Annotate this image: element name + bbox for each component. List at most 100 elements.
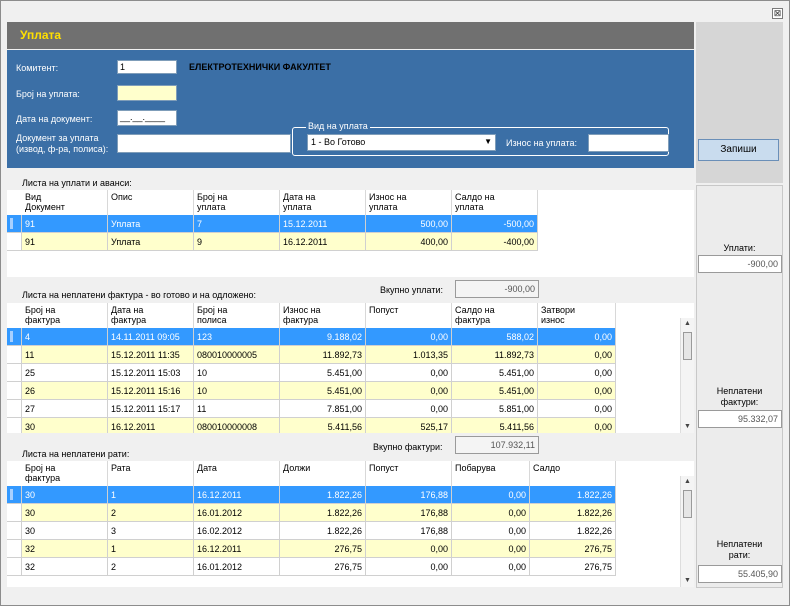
row-selector[interactable] [7,346,22,364]
table-cell: 91 [22,233,108,251]
table-cell: 1 [108,486,194,504]
row-selector[interactable] [7,215,22,233]
komitent-field[interactable]: 1 [117,60,177,74]
scroll-down-icon[interactable]: ▼ [681,421,694,433]
table-cell: 15.12.2011 15:17 [108,400,194,418]
column-header[interactable]: Број на фактура [22,303,108,328]
column-header[interactable]: Салдо [530,461,616,486]
table-cell: 0,00 [452,540,530,558]
row-selector[interactable] [7,328,22,346]
table-cell: 30 [22,522,108,540]
column-header[interactable]: Салдо на уплата [452,190,538,215]
column-header[interactable]: Вид Документ [22,190,108,215]
fakturi-label-1: Неплатени [716,386,763,396]
fakturi-total: 95.332,07 [698,410,782,428]
table-cell: 0,00 [366,328,452,346]
column-header[interactable]: Дата на уплата [280,190,366,215]
table-cell: 0,00 [366,364,452,382]
column-header[interactable]: Опис [108,190,194,215]
column-header[interactable]: Должи [280,461,366,486]
row-selector[interactable] [7,558,22,576]
scroll-up-icon[interactable]: ▲ [681,476,694,488]
dropdown-arrow-icon: ▼ [484,137,492,146]
table-cell: 176,88 [366,504,452,522]
vertical-scrollbar[interactable]: ▲ ▼ [680,476,694,587]
table-cell: 9 [194,233,280,251]
table-cell: 11.892,73 [452,346,538,364]
table-cell: 1.822,26 [530,486,616,504]
column-header[interactable]: Дата на фактура [108,303,194,328]
table-cell: Уплата [108,233,194,251]
dokument-field[interactable] [117,134,291,153]
table-cell: 26 [22,382,108,400]
broj-label: Број на уплата: [16,89,80,99]
table-cell: 1.822,26 [280,522,366,540]
column-header[interactable]: Износ на фактура [280,303,366,328]
uplati-total: -900,00 [698,255,782,273]
table-cell: 176,88 [366,486,452,504]
table-cell: 15.12.2011 [280,215,366,233]
row-selector[interactable] [7,382,22,400]
scroll-up-icon[interactable]: ▲ [681,318,694,330]
scroll-thumb[interactable] [683,332,692,360]
column-header[interactable]: Број на полиса [194,303,280,328]
payments-total-label: Вкупно уплати: [380,285,443,295]
column-header[interactable]: Рата [108,461,194,486]
table-cell: 5.451,00 [280,382,366,400]
table-cell: 25 [22,364,108,382]
table-cell: 0,00 [538,364,616,382]
save-button[interactable]: Запиши [698,139,779,161]
iznos-field[interactable] [588,134,669,152]
row-selector[interactable] [7,540,22,558]
vertical-scrollbar[interactable]: ▲ ▼ [680,318,694,433]
table-cell: 400,00 [366,233,452,251]
table-cell: 9.188,02 [280,328,366,346]
table-cell: 2 [108,558,194,576]
invoices-total-label: Вкупно фактури: [373,442,443,452]
table-cell: 15.12.2011 15:16 [108,382,194,400]
invoices-total-value: 107.932,11 [455,436,539,454]
column-header[interactable]: Попуст [366,461,452,486]
close-icon[interactable]: ⊠ [772,8,783,19]
vid-select[interactable]: 1 - Во Готово ▼ [307,134,496,151]
table-cell: -500,00 [452,215,538,233]
row-selector[interactable] [7,486,22,504]
table-cell: 5.451,00 [452,364,538,382]
table-cell: 10 [194,364,280,382]
row-selector[interactable] [7,364,22,382]
table-cell: 588,02 [452,328,538,346]
row-selector[interactable] [7,400,22,418]
column-header[interactable]: Број на уплата [194,190,280,215]
table-cell: 7.851,00 [280,400,366,418]
table-cell: 5.411,56 [280,418,366,433]
table-cell: 276,75 [280,540,366,558]
column-header[interactable]: Износ на уплата [366,190,452,215]
dokument-label-1: Документ за уплата [16,133,99,143]
table-cell: 11.892,73 [280,346,366,364]
rati-label-2: рати: [728,550,751,560]
row-selector[interactable] [7,233,22,251]
row-selector[interactable] [7,504,22,522]
table-cell: 30 [22,486,108,504]
table-cell: 5.451,00 [280,364,366,382]
broj-field[interactable] [117,85,177,101]
row-selector[interactable] [7,522,22,540]
datum-field[interactable]: __.__.____ [117,110,177,126]
payments-grid: Вид Документ Опис Број на уплата Дата на уп… [7,190,694,277]
column-header[interactable]: Затвори износ [538,303,616,328]
row-selector[interactable] [7,418,22,433]
column-header[interactable]: Број на фактура [22,461,108,486]
installments-grid: Број на фактура Рата Дата Должи Попуст Побару… [7,461,694,587]
scroll-down-icon[interactable]: ▼ [681,575,694,587]
scroll-thumb[interactable] [683,490,692,518]
column-header[interactable]: Попуст [366,303,452,328]
column-header[interactable]: Побарува [452,461,530,486]
column-header[interactable]: Салдо на фактура [452,303,538,328]
page-title: Уплата [20,28,62,42]
table-cell: 5.451,00 [452,382,538,400]
table-cell: 16.02.2012 [194,522,280,540]
table-cell: 0,00 [366,558,452,576]
table-cell: 176,88 [366,522,452,540]
column-header[interactable]: Дата [194,461,280,486]
table-cell: 16.12.2011 [108,418,194,433]
